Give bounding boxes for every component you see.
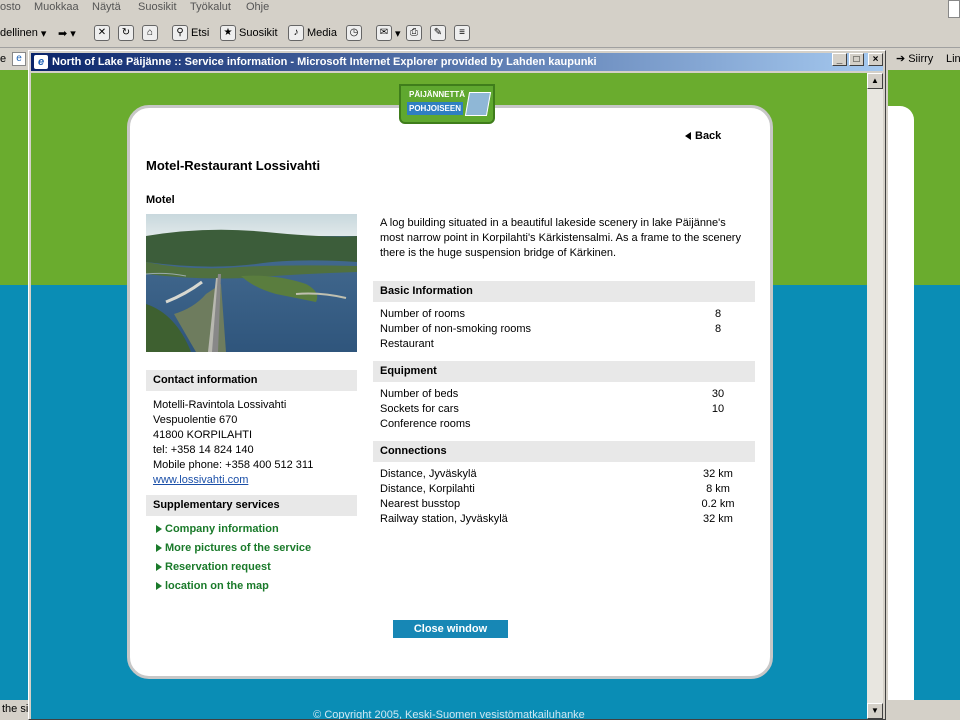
- table-row: Distance, Jyväskylä 32 km: [380, 468, 733, 480]
- menu-edit[interactable]: Muokkaa: [34, 1, 79, 13]
- equipment-heading: Equipment: [373, 361, 755, 382]
- home-button[interactable]: ⌂: [142, 24, 158, 42]
- mail-icon: ✉: [376, 25, 392, 41]
- print-icon: ⎙: [406, 25, 422, 41]
- background-statusbar: the si: [0, 700, 30, 720]
- history-button[interactable]: ◷: [346, 24, 362, 42]
- ie-page-icon: e: [12, 52, 26, 66]
- previous-button[interactable]: dellinen ▾: [0, 24, 46, 42]
- connections-table: Distance, Jyväskylä 32 km Distance, Korpi…: [380, 467, 748, 527]
- home-icon: ⌂: [142, 25, 158, 41]
- contact-line: 41800 KORPILAHTI: [153, 429, 253, 441]
- stop-icon: ✕: [94, 25, 110, 41]
- stop-button[interactable]: ✕: [94, 24, 110, 42]
- media-button[interactable]: ♪ Media: [288, 24, 337, 42]
- address-fragment: e: [0, 53, 7, 65]
- media-icon: ♪: [288, 25, 304, 41]
- minimize-button[interactable]: _: [832, 53, 847, 66]
- vertical-scrollbar[interactable]: ▲ ▼: [867, 73, 883, 719]
- table-row: Sockets for cars 10: [380, 403, 725, 415]
- table-row: Conference rooms: [380, 418, 471, 430]
- discuss-button[interactable]: ≡: [454, 24, 470, 42]
- back-label: Back: [695, 130, 722, 142]
- page-title: Motel-Restaurant Lossivahti: [146, 158, 321, 173]
- close-window-link-button[interactable]: Close window: [393, 620, 508, 638]
- close-window-button[interactable]: ×: [868, 53, 883, 66]
- search-icon: ⚲: [172, 25, 188, 41]
- favorites-icon: ★: [220, 25, 236, 41]
- table-row: Nearest busstop 0.2 km: [380, 498, 735, 510]
- favorites-button[interactable]: ★ Suosikit: [220, 24, 278, 42]
- refresh-button[interactable]: ↻: [118, 24, 134, 42]
- equipment-table: Number of beds 30 Sockets for cars 10 Conf…: [380, 387, 748, 432]
- table-row: Railway station, Jyväskylä 32 km: [380, 513, 733, 525]
- contact-line: Vespuolentie 670: [153, 414, 238, 426]
- background-toolbar: dellinen ▾ ➡ ▾ ✕ ↻ ⌂ ⚲ Etsi ★ Suosikit ♪ Medi…: [0, 18, 960, 48]
- triangle-right-icon: [156, 582, 162, 590]
- window-title: North of Lake Päijänne :: Service inform…: [52, 56, 597, 68]
- forward-arrow-icon: ➡: [58, 27, 68, 40]
- window-titlebar[interactable]: e North of Lake Päijänne :: Service info…: [31, 53, 883, 71]
- ie-icon: e: [34, 55, 48, 69]
- background-page-left: [0, 70, 28, 700]
- basic-information-table: Number of rooms 8 Number of non-smoking r…: [380, 307, 748, 352]
- contact-heading: Contact information: [146, 370, 357, 391]
- table-row: Number of non-smoking rooms 8: [380, 323, 722, 335]
- table-row: Distance, Korpilahti 8 km: [380, 483, 730, 495]
- map-location-link[interactable]: location on the map: [156, 580, 269, 592]
- page-viewport: Back Motel-Restaurant Lossivahti Motel A…: [31, 73, 867, 719]
- more-pictures-link[interactable]: More pictures of the service: [156, 542, 311, 554]
- scroll-down-icon[interactable]: ▼: [867, 703, 883, 719]
- history-icon: ◷: [346, 25, 362, 41]
- menu-help[interactable]: Ohje: [246, 1, 269, 13]
- triangle-right-icon: [156, 544, 162, 552]
- edit-icon: ✎: [430, 25, 446, 41]
- paijannetta-pohjoiseen-logo: PÄIJÄNNETTÄ POHJOISEEN: [399, 84, 495, 124]
- mail-button[interactable]: ✉ ▾: [376, 24, 401, 42]
- service-photo: [146, 214, 357, 352]
- contact-line: tel: +358 14 824 140: [153, 444, 254, 456]
- website-link[interactable]: www.lossivahti.com: [153, 473, 313, 488]
- refresh-icon: ↻: [118, 25, 134, 41]
- connections-heading: Connections: [373, 441, 755, 462]
- go-button[interactable]: ➔ Siirry: [896, 52, 933, 66]
- menu-favorites[interactable]: Suosikit: [138, 1, 177, 13]
- category-label: Motel: [146, 194, 175, 206]
- supplementary-heading: Supplementary services: [146, 495, 357, 516]
- popup-window: e North of Lake Päijänne :: Service info…: [28, 50, 886, 720]
- service-card: Back Motel-Restaurant Lossivahti Motel A…: [127, 105, 773, 679]
- company-information-link[interactable]: Company information: [156, 523, 279, 535]
- table-row: Restaurant: [380, 338, 434, 350]
- menu-view[interactable]: Näytä: [92, 1, 121, 13]
- back-arrow-icon: [685, 132, 691, 140]
- reservation-request-link[interactable]: Reservation request: [156, 561, 271, 573]
- triangle-right-icon: [156, 525, 162, 533]
- contact-line: Mobile phone: +358 400 512 311: [153, 459, 314, 471]
- print-button[interactable]: ⎙: [406, 24, 422, 42]
- background-menubar: osto Muokkaa Näytä Suosikit Työkalut Ohj…: [0, 0, 960, 16]
- background-page-right: [888, 70, 960, 700]
- document-icon: ≡: [454, 25, 470, 41]
- maximize-button[interactable]: □: [849, 53, 864, 66]
- links-fragment[interactable]: Lin: [946, 53, 960, 65]
- triangle-right-icon: [156, 563, 162, 571]
- contact-line: Motelli-Ravintola Lossivahti: [153, 399, 287, 411]
- go-arrow-icon: ➔: [896, 53, 906, 65]
- back-link[interactable]: Back: [685, 130, 721, 142]
- service-description: A log building situated in a beautiful l…: [380, 217, 741, 259]
- edit-button[interactable]: ✎: [430, 24, 446, 42]
- menu-file[interactable]: osto: [0, 1, 21, 13]
- table-row: Number of rooms 8: [380, 308, 722, 320]
- menu-tools[interactable]: Työkalut: [190, 1, 231, 13]
- search-button[interactable]: ⚲ Etsi: [172, 24, 209, 42]
- background-window-edge: [948, 0, 960, 18]
- scroll-up-icon[interactable]: ▲: [867, 73, 883, 89]
- basic-information-heading: Basic Information: [373, 281, 755, 302]
- contact-block: Motelli-Ravintola Lossivahti Vespuolenti…: [153, 398, 313, 488]
- forward-button[interactable]: ➡ ▾: [58, 24, 76, 42]
- copyright-footer: © Copyright 2005, Keski-Suomen vesistöma…: [313, 709, 585, 719]
- table-row: Number of beds 30: [380, 388, 725, 400]
